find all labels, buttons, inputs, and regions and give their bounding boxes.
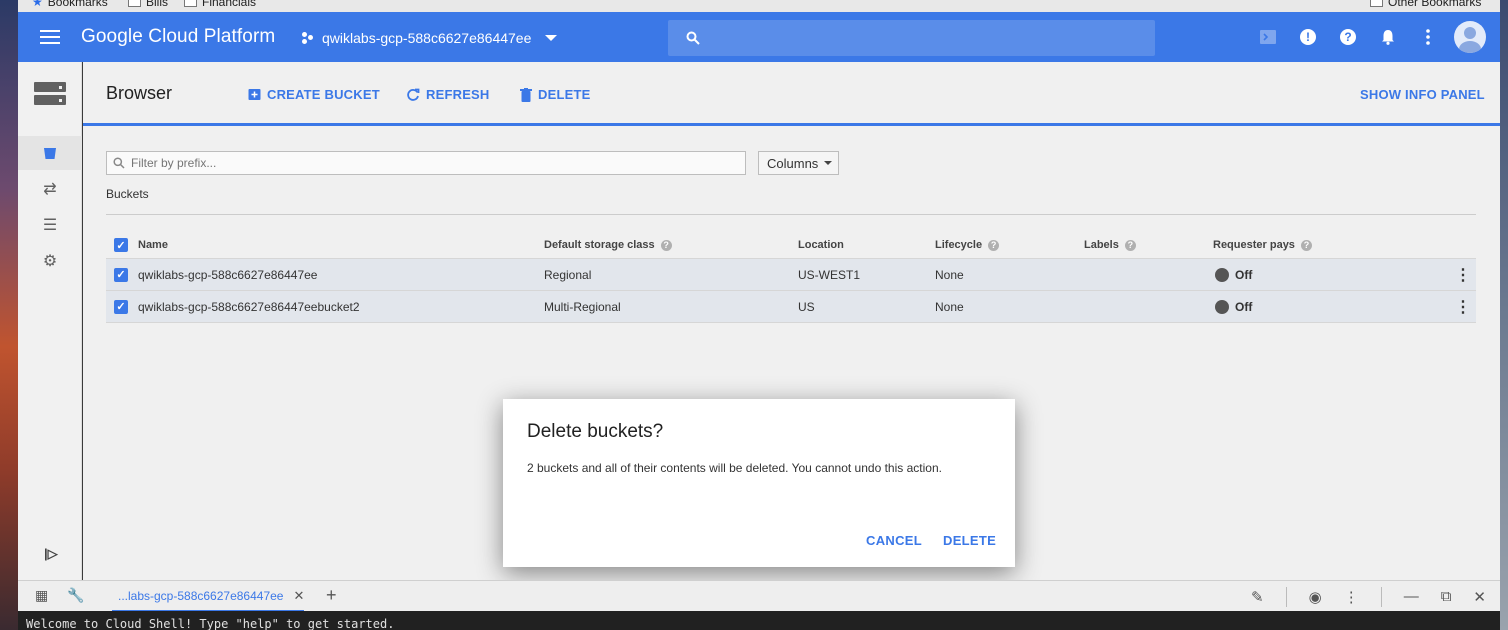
bookmarks-bar: ★ Bookmarks Bills Financials Other Bookm… xyxy=(18,0,1500,12)
bookmark-label: Bills xyxy=(146,0,169,9)
bookmark-label: Bookmarks xyxy=(47,0,108,9)
shell-actions: ✎ ◉ ⋮ — ⧉ ✕ xyxy=(1251,581,1486,612)
shell-tab[interactable]: ...labs-gcp-588c6627e86447ee ✕ xyxy=(112,581,304,612)
cancel-button[interactable]: CANCEL xyxy=(866,533,922,548)
cloud-shell-bar: ▦ 🔧 ...labs-gcp-588c6627e86447ee ✕ + ✎ ◉… xyxy=(18,580,1500,612)
dialog-message: 2 buckets and all of their contents will… xyxy=(527,461,942,475)
shell-tab-label: ...labs-gcp-588c6627e86447ee xyxy=(118,588,284,603)
open-new-window-icon[interactable]: ⧉ xyxy=(1441,588,1452,605)
bookmark-label: Financials xyxy=(202,0,257,9)
divider xyxy=(1285,586,1287,607)
delete-dialog: Delete buckets? 2 buckets and all of the… xyxy=(503,399,1015,567)
close-icon[interactable]: ✕ xyxy=(1473,588,1486,606)
bookmark-financials[interactable]: Financials xyxy=(184,0,256,9)
confirm-delete-button[interactable]: DELETE xyxy=(943,533,996,548)
web-preview-icon[interactable]: ◉ xyxy=(1309,588,1322,606)
star-icon: ★ xyxy=(32,0,43,9)
more-vert-icon[interactable]: ⋮ xyxy=(1344,588,1359,606)
dialog-title: Delete buckets? xyxy=(527,421,664,442)
terminal-output[interactable]: Welcome to Cloud Shell! Type "help" to g… xyxy=(18,611,1500,630)
divider xyxy=(1380,586,1382,607)
close-icon[interactable]: ✕ xyxy=(293,588,304,604)
wrench-icon[interactable]: 🔧 xyxy=(67,587,84,604)
folder-icon xyxy=(128,0,141,7)
keyboard-icon[interactable]: ▦ xyxy=(35,587,48,604)
desktop-wallpaper-right xyxy=(1500,0,1508,630)
folder-icon xyxy=(184,0,197,7)
minimize-icon[interactable]: — xyxy=(1404,588,1419,605)
bookmark-bookmarks[interactable]: ★ Bookmarks xyxy=(32,0,108,9)
edit-icon[interactable]: ✎ xyxy=(1251,588,1264,606)
bookmark-label: Other Bookmarks xyxy=(1388,0,1482,9)
add-tab-icon[interactable]: + xyxy=(326,585,337,606)
bookmark-other[interactable]: Other Bookmarks xyxy=(1370,0,1481,9)
desktop-wallpaper-left xyxy=(0,0,18,630)
folder-icon xyxy=(1370,0,1383,7)
bookmark-bills[interactable]: Bills xyxy=(128,0,168,9)
